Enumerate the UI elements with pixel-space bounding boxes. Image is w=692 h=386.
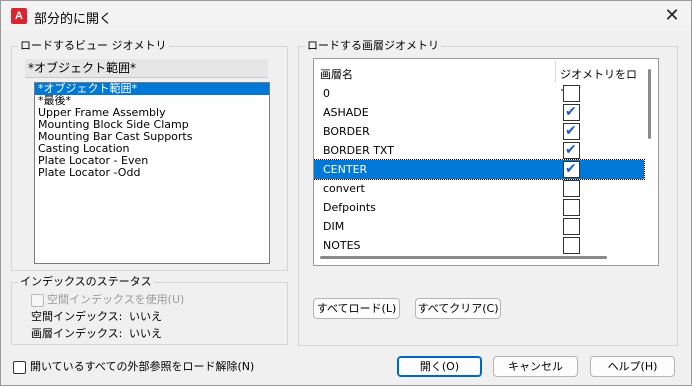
load-geometry-checkbox[interactable]	[563, 199, 580, 216]
spatial-index-label: 空間インデックス:	[31, 310, 123, 323]
layer-name: convert	[323, 182, 365, 195]
layer-index-value: いいえ	[129, 327, 162, 340]
layer-row[interactable]: BORDER TXT ✔	[314, 141, 644, 160]
layer-row[interactable]: BORDER ✔	[314, 122, 644, 141]
view-geometry-legend: ロードするビュー ジオメトリ	[18, 39, 169, 53]
use-spatial-index-checkbox[interactable]	[31, 294, 44, 307]
title-bar: A 部分的に開く ✕	[1, 1, 691, 31]
load-geometry-checkbox[interactable]: ✔	[563, 142, 580, 159]
index-status-legend: インデックスのステータス	[18, 275, 154, 289]
layer-name: Defpoints	[323, 201, 376, 214]
load-geometry-checkbox[interactable]	[563, 237, 580, 254]
load-geometry-checkbox[interactable]: ✔	[563, 123, 580, 140]
layer-row[interactable]: DIM	[314, 217, 644, 236]
cancel-button[interactable]: キャンセル	[493, 356, 578, 377]
layer-index-label: 画層インデックス:	[31, 327, 123, 340]
view-list-header: *オブジェクト範囲*	[25, 59, 268, 78]
layer-name-column-header[interactable]: 画層名	[320, 66, 353, 82]
layer-name: BORDER	[323, 125, 370, 138]
horizontal-scrollbar[interactable]	[320, 256, 607, 259]
layer-row[interactable]: 0	[314, 84, 644, 103]
open-button[interactable]: 開く(O)	[397, 356, 482, 377]
use-spatial-index-label: 空間インデックスを使用(U)	[47, 293, 185, 306]
spatial-index-value: いいえ	[129, 310, 162, 323]
layer-name: BORDER TXT	[323, 144, 394, 157]
clear-all-button[interactable]: すべてクリア(C)	[415, 298, 501, 319]
layer-table-header: 画層名 ジオメトリをロード	[314, 59, 644, 97]
unload-xrefs-label[interactable]: 開いているすべての外部参照をロード解除(N)	[30, 360, 254, 374]
help-button[interactable]: ヘルプ(H)	[590, 356, 675, 377]
layer-geometry-legend: ロードする画層ジオメトリ	[305, 39, 441, 53]
unload-xrefs-checkbox[interactable]	[13, 361, 26, 374]
load-geometry-checkbox[interactable]	[563, 180, 580, 197]
layer-name: 0	[323, 87, 330, 100]
layer-table: 画層名 ジオメトリをロード 0 ASHADE ✔ BORDER ✔ BORDER TXT ✔…	[313, 58, 659, 266]
layer-name: DIM	[323, 220, 345, 233]
partial-open-dialog: A 部分的に開く ✕ ロードするビュー ジオメトリ *オブジェクト範囲* *オブ…	[0, 0, 692, 386]
layer-name: NOTES	[323, 239, 361, 252]
load-all-button[interactable]: すべてロード(L)	[313, 298, 400, 319]
checkmark-icon: ✔	[565, 123, 577, 139]
layer-name: CENTER	[323, 163, 368, 176]
load-geometry-checkbox[interactable]: ✔	[563, 161, 580, 178]
layer-row[interactable]: Defpoints	[314, 198, 644, 217]
view-listbox[interactable]: *オブジェクト範囲* *最後* Upper Frame Assembly Mounti…	[34, 82, 270, 264]
close-icon[interactable]: ✕	[661, 5, 683, 27]
layer-name: ASHADE	[323, 106, 369, 119]
layer-row[interactable]: NOTES	[314, 236, 644, 255]
view-list-item[interactable]: Plate Locator -Odd	[35, 167, 269, 179]
checkmark-icon: ✔	[565, 142, 577, 158]
column-divider[interactable]	[555, 61, 556, 82]
load-geometry-checkbox[interactable]	[563, 85, 580, 102]
layer-row[interactable]: ASHADE ✔	[314, 103, 644, 122]
vertical-scrollbar[interactable]	[648, 69, 651, 139]
window-title: 部分的に開く	[34, 12, 113, 27]
layer-row[interactable]: convert	[314, 179, 644, 198]
autocad-app-icon: A	[11, 8, 27, 24]
layer-row[interactable]: CENTER ✔	[314, 159, 645, 180]
checkmark-icon: ✔	[565, 161, 577, 177]
load-geometry-checkbox[interactable]	[563, 218, 580, 235]
checkmark-icon: ✔	[565, 104, 577, 120]
load-geometry-checkbox[interactable]: ✔	[563, 104, 580, 121]
